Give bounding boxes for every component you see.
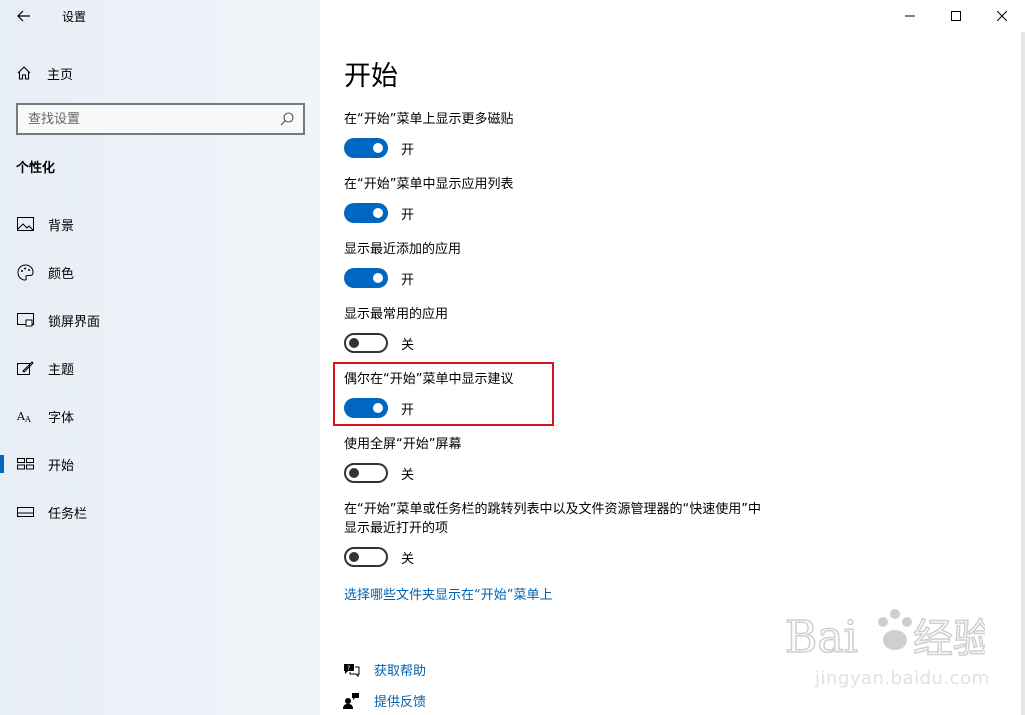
taskbar-icon [16, 503, 34, 521]
image-icon [16, 215, 34, 233]
sidebar-item-home[interactable]: 主页 [16, 62, 306, 84]
help-chat-icon: ? [342, 661, 360, 679]
back-arrow-icon [17, 10, 30, 22]
toggle-switch[interactable] [344, 547, 388, 567]
setting-recent-items: 在“开始”菜单或任务栏的跳转列表中以及文件资源管理器的“快速使用”中 显示最近打… [344, 500, 761, 567]
search-icon[interactable] [279, 111, 295, 131]
feedback-link[interactable]: 提供反馈 [342, 691, 426, 710]
sidebar-item-label: 颜色 [48, 266, 75, 282]
sidebar-item-label: 字体 [48, 410, 75, 426]
minimize-button[interactable] [887, 0, 933, 32]
svg-text:?: ? [347, 665, 350, 672]
sidebar-item-label: 任务栏 [48, 506, 88, 522]
svg-text:Bai: Bai [785, 612, 858, 663]
sidebar-item-taskbar[interactable]: 任务栏 [0, 492, 320, 532]
baidu-watermark: Bai 经验 jingyan.baidu.com [784, 600, 994, 695]
theme-brush-icon [16, 359, 34, 377]
search-input[interactable] [18, 111, 268, 127]
setting-label-line1: 在“开始”菜单或任务栏的跳转列表中以及文件资源管理器的“快速使用”中 [344, 502, 761, 517]
toggle-state: 关 [401, 467, 415, 483]
get-help-label: 获取帮助 [374, 664, 427, 679]
maximize-icon [951, 11, 961, 21]
maximize-button[interactable] [933, 0, 979, 32]
baidu-paw-icon: Bai 经验 [784, 609, 994, 664]
toggle-switch[interactable] [344, 398, 388, 418]
setting-label: 在“开始”菜单上显示更多磁贴 [344, 112, 514, 127]
window-controls [887, 0, 1025, 32]
setting-label: 使用全屏“开始”屏幕 [344, 437, 462, 452]
setting-label: 显示最近添加的应用 [344, 242, 462, 257]
sidebar-item-fonts[interactable]: AA 字体 [0, 396, 320, 436]
toggle-switch[interactable] [344, 333, 388, 353]
window-title: 设置 [62, 10, 87, 24]
watermark-url: jingyan.baidu.com [815, 668, 990, 689]
sidebar-item-lock-screen[interactable]: 锁屏界面 [0, 300, 320, 340]
close-icon [997, 11, 1007, 21]
sidebar-item-label: 锁屏界面 [48, 314, 101, 330]
sidebar-item-themes[interactable]: 主题 [0, 348, 320, 388]
sidebar-item-background[interactable]: 背景 [0, 204, 320, 244]
setting-label: 在“开始”菜单中显示应用列表 [344, 177, 514, 192]
page-title: 开始 [344, 61, 398, 92]
toggle-state: 关 [401, 551, 415, 567]
setting-label: 偶尔在“开始”菜单中显示建议 [344, 372, 514, 387]
choose-folders-link[interactable]: 选择哪些文件夹显示在“开始”菜单上 [344, 584, 552, 603]
font-icon: AA [16, 407, 34, 425]
setting-app-list: 在“开始”菜单中显示应用列表 开 [344, 175, 513, 223]
setting-full-screen: 使用全屏“开始”屏幕 关 [344, 435, 461, 483]
palette-icon [16, 263, 34, 281]
search-box[interactable] [16, 103, 305, 135]
back-button[interactable] [10, 4, 38, 28]
setting-most-used: 显示最常用的应用 关 [344, 305, 448, 353]
setting-label: 显示最常用的应用 [344, 307, 449, 322]
sidebar-item-label: 主页 [47, 67, 74, 83]
svg-text:A: A [24, 415, 31, 423]
feedback-person-icon [342, 692, 360, 710]
svg-text:经验: 经验 [913, 616, 985, 662]
toggle-switch[interactable] [344, 463, 388, 483]
setting-label-line2: 显示最近打开的项 [344, 521, 449, 536]
start-icon [16, 455, 34, 473]
setting-recently-added: 显示最近添加的应用 开 [344, 240, 461, 288]
sidebar: 设置 主页 个性化 背景 颜色 锁屏界面 主题 AA 字体 开始 任务栏 [0, 0, 320, 715]
title-bar: 设置 [0, 0, 320, 32]
toggle-state: 开 [401, 142, 415, 158]
sidebar-item-label: 开始 [48, 458, 75, 474]
feedback-label: 提供反馈 [374, 695, 427, 710]
section-title: 个性化 [16, 161, 56, 176]
home-icon [17, 66, 31, 80]
toggle-state: 关 [401, 337, 415, 353]
sidebar-item-start[interactable]: 开始 [0, 444, 320, 484]
sidebar-item-label: 背景 [48, 218, 75, 234]
lock-screen-icon [16, 311, 34, 329]
toggle-state: 开 [401, 272, 415, 288]
scrollbar-track[interactable] [1021, 32, 1025, 715]
close-button[interactable] [979, 0, 1025, 32]
sidebar-item-colors[interactable]: 颜色 [0, 252, 320, 292]
setting-more-tiles: 在“开始”菜单上显示更多磁贴 开 [344, 110, 513, 158]
toggle-switch[interactable] [344, 268, 388, 288]
toggle-switch[interactable] [344, 138, 388, 158]
setting-suggestions: 偶尔在“开始”菜单中显示建议 开 [344, 370, 513, 418]
toggle-state: 开 [401, 402, 415, 418]
get-help-link[interactable]: ? 获取帮助 [342, 660, 426, 679]
sidebar-item-label: 主题 [48, 362, 75, 378]
toggle-switch[interactable] [344, 203, 388, 223]
toggle-state: 开 [401, 207, 415, 223]
minimize-icon [905, 15, 915, 17]
